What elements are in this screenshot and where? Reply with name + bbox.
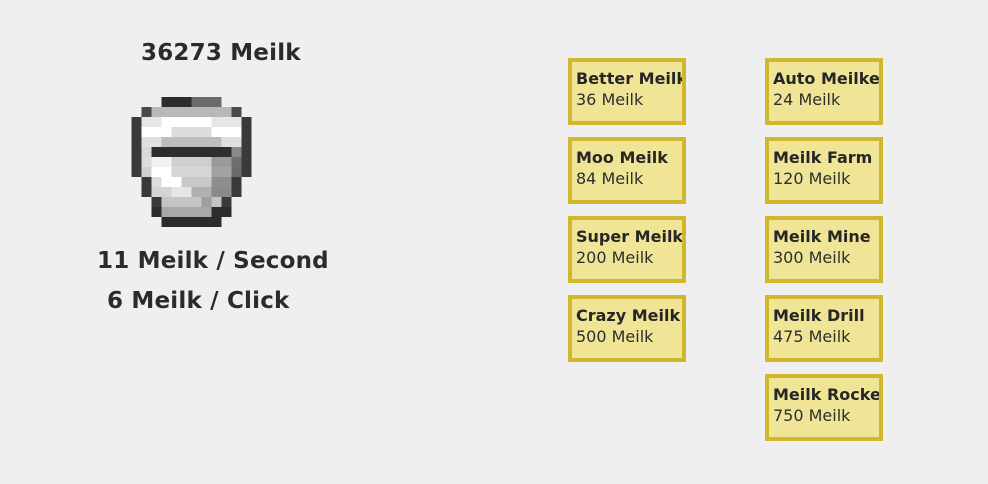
upgrade-moo-meilk[interactable]: Moo Meilk 84 Meilk (568, 137, 686, 204)
upgrade-cost: 475 Meilk (773, 327, 851, 346)
upgrade-cost: 36 Meilk (576, 90, 644, 109)
upgrade-cost: 750 Meilk (773, 406, 851, 425)
upgrade-auto-meilker[interactable]: Auto Meilker 24 Meilk (765, 58, 883, 125)
upgrade-name: Crazy Meilk (576, 306, 681, 325)
upgrade-name: Meilk Rocket (773, 385, 883, 404)
meilk-per-click: 6 Meilk / Click (107, 288, 290, 314)
upgrade-meilk-drill[interactable]: Meilk Drill 475 Meilk (765, 295, 883, 362)
upgrade-crazy-meilk[interactable]: Crazy Meilk 500 Meilk (568, 295, 686, 362)
upgrade-name: Moo Meilk (576, 148, 668, 167)
meilk-per-second: 11 Meilk / Second (97, 248, 329, 274)
upgrade-super-meilk[interactable]: Super Meilk 200 Meilk (568, 216, 686, 283)
meilk-total: 36273 Meilk (141, 40, 301, 66)
upgrade-name: Meilk Drill (773, 306, 865, 325)
upgrade-name: Super Meilk (576, 227, 684, 246)
upgrade-cost: 84 Meilk (576, 169, 644, 188)
upgrade-cost: 24 Meilk (773, 90, 841, 109)
upgrade-name: Better Meilk (576, 69, 686, 88)
upgrade-better-meilk[interactable]: Better Meilk 36 Meilk (568, 58, 686, 125)
upgrade-meilk-farm[interactable]: Meilk Farm 120 Meilk (765, 137, 883, 204)
upgrade-cost: 300 Meilk (773, 248, 851, 267)
upgrade-cost: 500 Meilk (576, 327, 654, 346)
upgrade-meilk-mine[interactable]: Meilk Mine 300 Meilk (765, 216, 883, 283)
upgrade-cost: 120 Meilk (773, 169, 851, 188)
upgrade-name: Auto Meilker (773, 69, 883, 88)
upgrade-meilk-rocket[interactable]: Meilk Rocket 750 Meilk (765, 374, 883, 441)
upgrade-cost: 200 Meilk (576, 248, 654, 267)
upgrade-name: Meilk Mine (773, 227, 871, 246)
upgrade-name: Meilk Farm (773, 148, 873, 167)
milk-bucket-icon[interactable] (131, 97, 252, 227)
